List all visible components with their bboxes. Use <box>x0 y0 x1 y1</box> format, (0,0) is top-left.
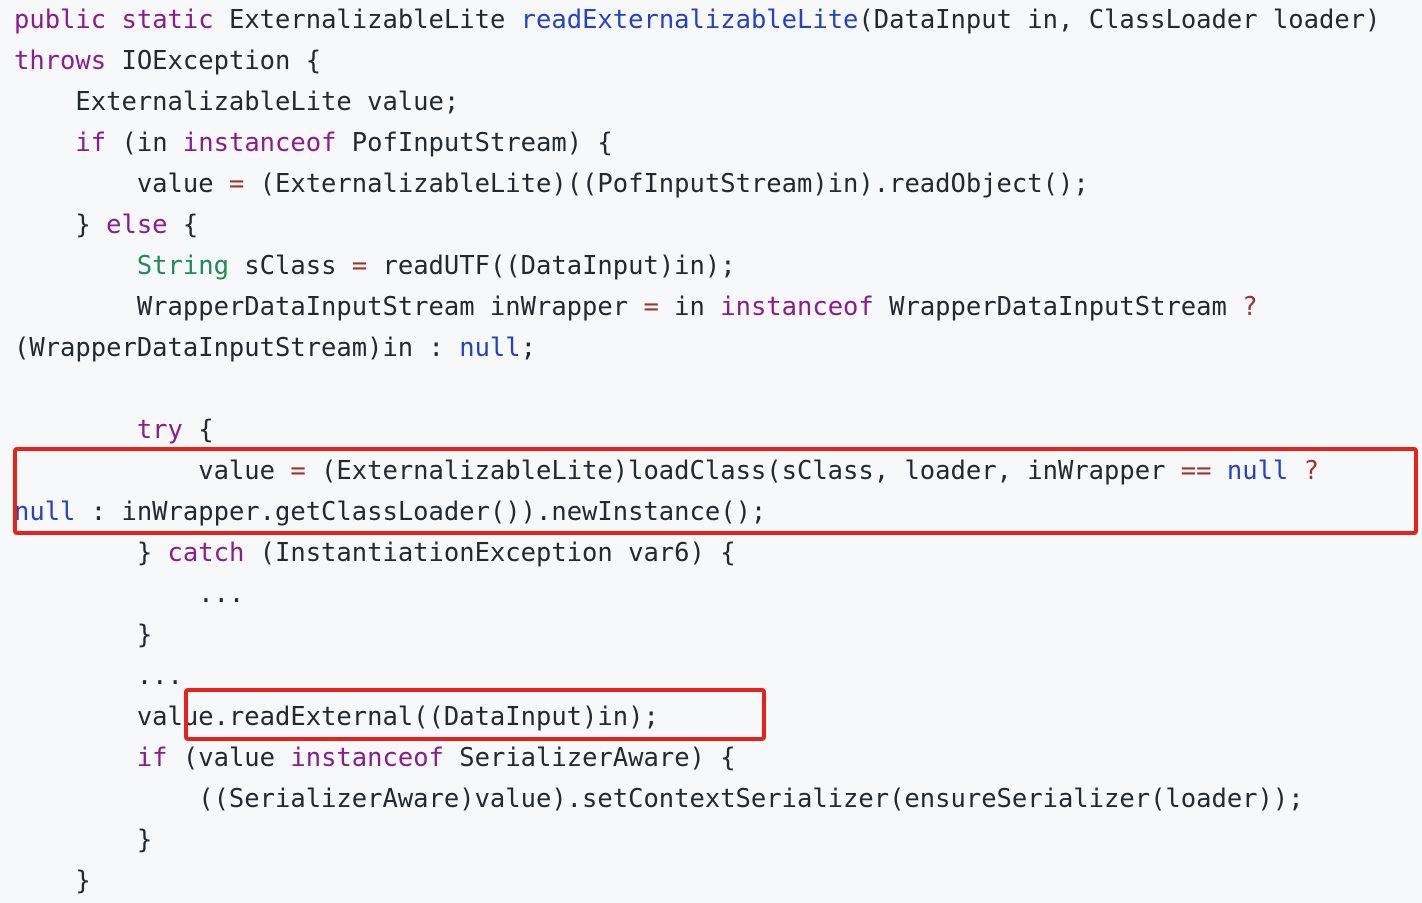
code-line: null : inWrapper.getClassLoader()).newIn… <box>14 492 766 533</box>
code-line: String sClass = readUTF((DataInput)in); <box>14 246 736 287</box>
code-literal: null <box>14 497 76 527</box>
code-keyword: throws <box>14 46 107 76</box>
code-operator: = <box>351 251 368 281</box>
code-line: ... <box>14 656 183 697</box>
code-text: : inWrapper.getClassLoader()).newInstanc… <box>75 497 767 527</box>
code-line: WrapperDataInputStream inWrapper = in in… <box>14 287 1258 328</box>
code-keyword: else <box>106 210 168 240</box>
code-text: (in <box>106 128 183 158</box>
code-line: if (value instanceof SerializerAware) { <box>14 738 736 779</box>
code-text: in <box>658 292 721 322</box>
code-line: ExternalizableLite value; <box>14 82 459 123</box>
code-function-name: readExternalizableLite <box>520 5 859 35</box>
code-line: value = (ExternalizableLite)loadClass(sC… <box>14 451 1319 492</box>
code-keyword: public <box>14 5 107 35</box>
code-literal: null <box>1226 456 1289 486</box>
code-line: public static ExternalizableLite readExt… <box>14 0 1380 41</box>
code-line: } <box>14 861 91 902</box>
code-text: PofInputStream) { <box>336 128 613 158</box>
code-keyword: instanceof <box>720 292 874 322</box>
code-text: value <box>14 169 229 199</box>
code-text: WrapperDataInputStream inWrapper <box>14 292 644 322</box>
code-text: readUTF((DataInput)in); <box>367 251 736 281</box>
code-operator: = <box>643 292 659 322</box>
code-keyword: instanceof <box>182 128 337 158</box>
code-view: public static ExternalizableLite readExt… <box>0 0 1422 903</box>
code-line: value = (ExternalizableLite)((PofInputSt… <box>14 164 1089 205</box>
code-keyword: catch <box>167 538 245 568</box>
code-text: ... <box>14 661 183 691</box>
code-text: (WrapperDataInputStream)in : <box>14 333 460 363</box>
code-line: } else { <box>14 205 198 246</box>
code-operator: ? <box>1303 456 1320 486</box>
code-line: } catch (InstantiationException var6) { <box>14 533 736 574</box>
code-keyword: try <box>136 415 183 445</box>
code-text: SerializerAware) { <box>443 743 736 773</box>
code-line: } <box>14 615 152 656</box>
code-line: if (in instanceof PofInputStream) { <box>14 123 613 164</box>
code-line: ((SerializerAware)value).setContextSeria… <box>14 779 1304 820</box>
code-text: { <box>167 210 199 240</box>
code-text: value.readExternal((DataInput)in); <box>14 702 659 732</box>
code-text: (DataInput in, ClassLoader loader) <box>858 5 1381 35</box>
code-type: String <box>136 251 229 281</box>
code-literal: null <box>459 333 521 363</box>
code-text: } <box>14 210 107 240</box>
code-text: ; <box>520 333 536 363</box>
code-text: (ExternalizableLite)loadClass(sClass, lo… <box>305 456 1181 486</box>
code-text: { <box>182 415 214 445</box>
code-text: value <box>14 456 291 486</box>
code-text: ExternalizableLite value; <box>14 87 460 117</box>
code-keyword: instanceof <box>290 743 444 773</box>
code-text: (ExternalizableLite)((PofInputStream)in)… <box>244 169 1089 199</box>
code-operator: = <box>290 456 306 486</box>
code-line: } <box>14 820 152 861</box>
code-line: ... <box>14 574 244 615</box>
code-text: (InstantiationException var6) { <box>244 538 736 568</box>
code-line: value.readExternal((DataInput)in); <box>14 697 659 738</box>
code-text: WrapperDataInputStream <box>873 292 1243 322</box>
code-line: try { <box>14 410 214 451</box>
code-text: } <box>14 825 153 855</box>
code-text: } <box>14 538 168 568</box>
code-text: sClass <box>228 251 352 281</box>
code-line: throws IOException { <box>14 41 321 82</box>
code-line: (WrapperDataInputStream)in : null; <box>14 328 536 369</box>
code-text: ((SerializerAware)value).setContextSeria… <box>14 784 1304 814</box>
code-text: } <box>14 866 91 896</box>
code-text: ExternalizableLite <box>213 5 521 35</box>
code-operator: ? <box>1242 292 1258 322</box>
code-text: (value <box>167 743 291 773</box>
code-keyword: static <box>121 5 214 35</box>
code-operator: == <box>1180 456 1212 486</box>
code-text: ... <box>14 579 245 609</box>
code-text: } <box>14 620 153 650</box>
code-keyword: if <box>136 743 168 773</box>
code-keyword: if <box>75 128 107 158</box>
code-text: IOException { <box>106 46 322 76</box>
code-operator: = <box>228 169 245 199</box>
